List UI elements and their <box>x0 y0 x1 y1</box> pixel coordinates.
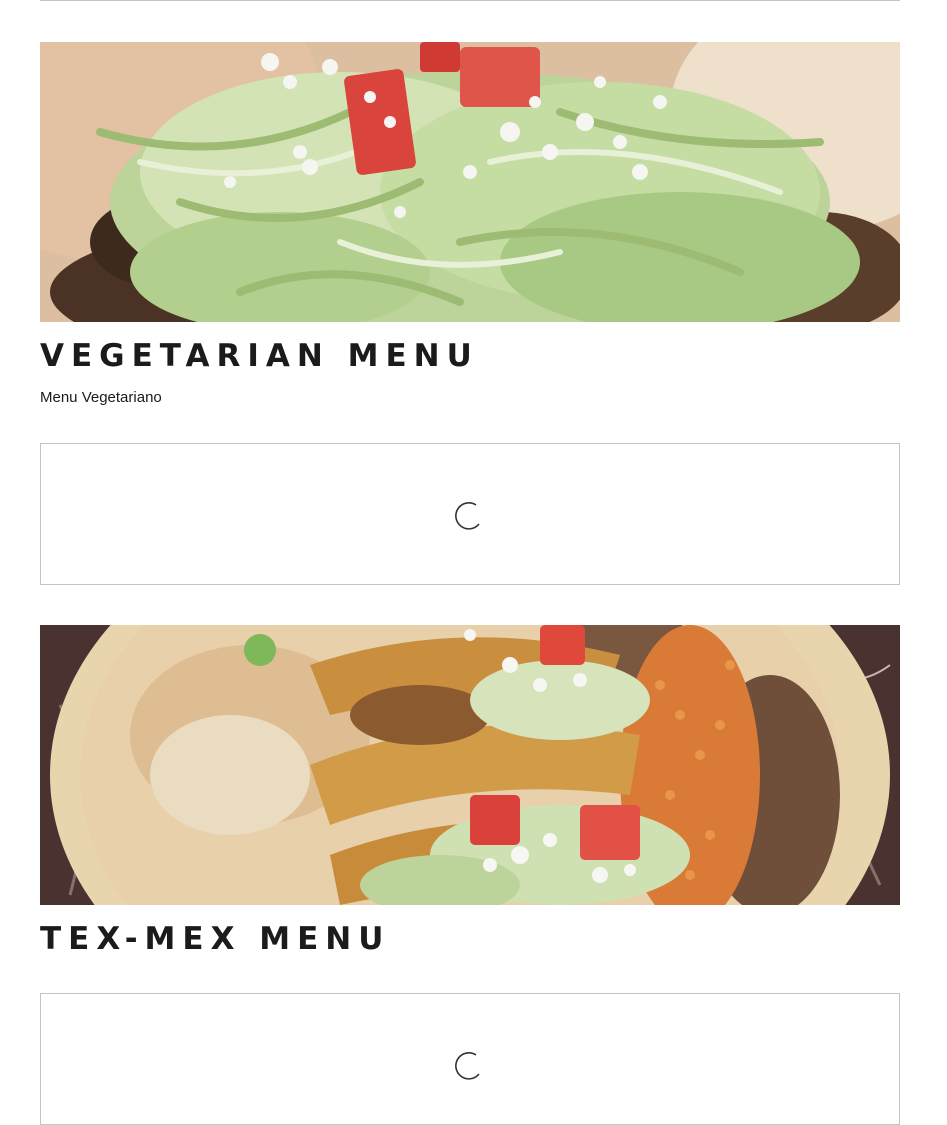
texmex-menu-title: TEX-MEX MENU <box>40 921 391 957</box>
vegetarian-menu-photo <box>40 42 900 322</box>
loading-spinner-icon <box>455 1052 480 1080</box>
texmex-menu-photo <box>40 625 900 905</box>
tostada-photo-icon <box>40 42 900 322</box>
vegetarian-menu-embed[interactable] <box>40 443 900 585</box>
previous-menu-frame <box>40 0 900 1</box>
tacos-rice-beans-photo-icon <box>40 625 900 905</box>
vegetarian-menu-subtitle: Menu Vegetariano <box>40 389 162 406</box>
loading-spinner-icon <box>455 502 480 530</box>
texmex-menu-embed[interactable] <box>40 993 900 1125</box>
vegetarian-menu-title: VEGETARIAN MENU <box>40 338 479 374</box>
